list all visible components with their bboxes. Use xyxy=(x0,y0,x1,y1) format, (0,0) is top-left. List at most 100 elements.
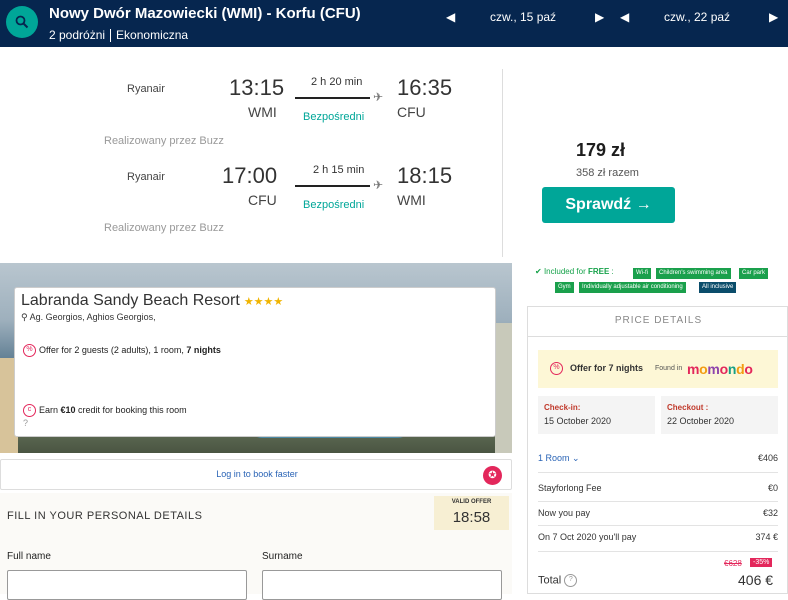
outbound-departure-time: 13:15 xyxy=(229,75,285,100)
found-in-label: Found in xyxy=(655,365,683,372)
flight-result-card[interactable]: Ryanair 13:15 WMI 2 h 20 min ✈ Bezpośred… xyxy=(0,47,788,257)
included-amenities: ✔ Included for FREE : xyxy=(535,267,614,276)
hotel-address: Ag. Georgios, Aghios Georgios, xyxy=(29,312,156,322)
hotel-card: Labranda Sandy Beach Resort ★★★★ ⚲ Ag. Ge… xyxy=(14,287,496,437)
amenity-tag: All inclusive xyxy=(699,282,737,293)
included-free: FREE xyxy=(587,267,610,276)
check-fare-label: Sprawdź xyxy=(565,196,632,213)
inbound-departure-time: 17:00 xyxy=(222,163,278,188)
surname-field[interactable] xyxy=(262,570,502,600)
search-button[interactable] xyxy=(6,6,38,38)
offer-nights: 7 nights xyxy=(186,344,221,355)
price-details-title: PRICE DETAILS xyxy=(614,315,703,326)
room-price: €406 xyxy=(757,453,778,463)
credit-icon: c xyxy=(23,404,36,417)
search-icon xyxy=(15,15,29,29)
now-pay-value: €32 xyxy=(762,508,778,518)
total-label: Total xyxy=(538,574,562,587)
fee-value: €0 xyxy=(767,483,778,493)
info-icon[interactable]: ? xyxy=(23,418,28,428)
plane-icon: ✈ xyxy=(373,90,384,104)
personal-details-title: FILL IN YOUR PERSONAL DETAILS xyxy=(7,510,203,522)
outbound-stops: Bezpośredni xyxy=(303,111,365,123)
percent-icon: % xyxy=(550,362,563,375)
fare-total: 358 zł razem xyxy=(576,167,639,179)
account-icon[interactable]: ✪ xyxy=(483,466,502,485)
search-summary[interactable]: 2 podróżni Ekonomiczna xyxy=(49,28,189,43)
original-price: €628 xyxy=(724,559,742,568)
room-label: 1 Room xyxy=(538,453,570,463)
outbound-airline: Ryanair xyxy=(127,83,165,95)
login-bar: Log in to book faster ✪ xyxy=(0,459,512,490)
checkout-label: Checkout : xyxy=(667,403,709,412)
checkout-box: Checkout : 22 October 2020 xyxy=(661,396,778,434)
inbound-operated-by: Realizowany przez Buzz xyxy=(104,222,224,234)
location-pin-icon: ⚲ xyxy=(21,312,28,322)
price-details-panel: PRICE DETAILS % Offer for 7 nights Found… xyxy=(527,306,788,594)
room-toggle[interactable]: 1 Room ⌄ €406 xyxy=(538,453,778,464)
later-pay-value: 374 € xyxy=(755,532,778,542)
amenity-tag: Car park xyxy=(739,268,769,279)
depart-date[interactable]: czw., 15 paź xyxy=(490,10,556,24)
divider xyxy=(110,29,112,43)
top-bar: Nowy Dwór Mazowiecki (WMI) - Korfu (CFU)… xyxy=(0,0,788,47)
arrow-right-icon: → xyxy=(635,196,652,213)
fee-label: Stayforlong Fee xyxy=(538,483,602,493)
timer-value: 18:58 xyxy=(452,509,491,526)
divider xyxy=(528,336,788,337)
now-pay-label: Now you pay xyxy=(538,508,591,518)
login-link[interactable]: Log in to book faster xyxy=(1,469,513,479)
percent-icon: % xyxy=(23,344,36,357)
amenity-tag: Individually adjustable air conditioning xyxy=(579,282,686,293)
amenity-tag: Wi-fi xyxy=(633,268,651,279)
valid-offer-label: VALID OFFER xyxy=(451,499,492,505)
checkout-date: 22 October 2020 xyxy=(667,416,735,426)
prev-depart-date-arrow-icon[interactable]: ◀ xyxy=(446,10,455,24)
total-price: 406 € xyxy=(738,572,774,588)
next-depart-date-arrow-icon[interactable]: ▶ xyxy=(595,10,604,24)
info-icon[interactable]: ? xyxy=(564,574,578,587)
hotel-star-rating: ★★★★ xyxy=(243,296,284,308)
checkin-date: 15 October 2020 xyxy=(544,416,612,426)
outbound-duration: 2 h 20 min xyxy=(311,76,363,88)
credit-prefix: Earn xyxy=(39,404,61,415)
chevron-down-icon: ⌄ xyxy=(572,453,580,463)
discount-badge: -35% xyxy=(750,558,773,567)
prev-return-date-arrow-icon[interactable]: ◀ xyxy=(620,10,629,24)
divider xyxy=(538,525,778,526)
cabin-class: Ekonomiczna xyxy=(116,28,189,42)
momondo-logo: momondo xyxy=(687,361,753,377)
included-prefix: Included for xyxy=(543,267,588,276)
outbound-departure-airport: WMI xyxy=(248,104,277,120)
amenity-tag: Gym xyxy=(555,282,574,293)
plane-icon: ✈ xyxy=(373,178,384,192)
check-fare-button[interactable]: Sprawdź → xyxy=(542,187,675,223)
route-title[interactable]: Nowy Dwór Mazowiecki (WMI) - Korfu (CFU) xyxy=(49,5,361,22)
divider xyxy=(538,472,778,473)
inbound-arrival-airport: WMI xyxy=(397,192,426,208)
credit-suffix: credit for booking this room xyxy=(75,404,187,415)
amenity-tag: Children's swimming area xyxy=(656,268,731,279)
inbound-duration: 2 h 15 min xyxy=(313,164,365,176)
travellers-count: 2 podróżni xyxy=(49,28,106,42)
hotel-name: Labranda Sandy Beach Resort xyxy=(21,292,240,309)
return-date[interactable]: czw., 22 paź xyxy=(664,10,730,24)
fare-price: 179 zł xyxy=(576,140,626,160)
personal-details-form: FILL IN YOUR PERSONAL DETAILS VALID OFFE… xyxy=(0,493,512,600)
offer-text: Offer for 7 nights xyxy=(570,363,644,373)
later-pay-label: On 7 Oct 2020 you'll pay xyxy=(538,532,637,542)
outbound-route-line xyxy=(295,97,370,99)
offer-summary: Offer for 2 guests (2 adults), 1 room, xyxy=(39,344,187,355)
outbound-arrival-airport: CFU xyxy=(397,104,426,120)
check-icon: ✔ xyxy=(535,267,542,276)
next-return-date-arrow-icon[interactable]: ▶ xyxy=(769,10,778,24)
divider xyxy=(502,69,503,257)
divider xyxy=(538,501,778,502)
inbound-stops: Bezpośredni xyxy=(303,199,365,211)
credit-amount: €10 xyxy=(60,404,76,415)
full-name-field[interactable] xyxy=(7,570,247,600)
inbound-departure-airport: CFU xyxy=(248,192,277,208)
inbound-airline: Ryanair xyxy=(127,171,165,183)
offer-timer: VALID OFFER 18:58 xyxy=(434,496,509,530)
offer-banner: % Offer for 7 nights Found in momondo xyxy=(538,350,778,388)
